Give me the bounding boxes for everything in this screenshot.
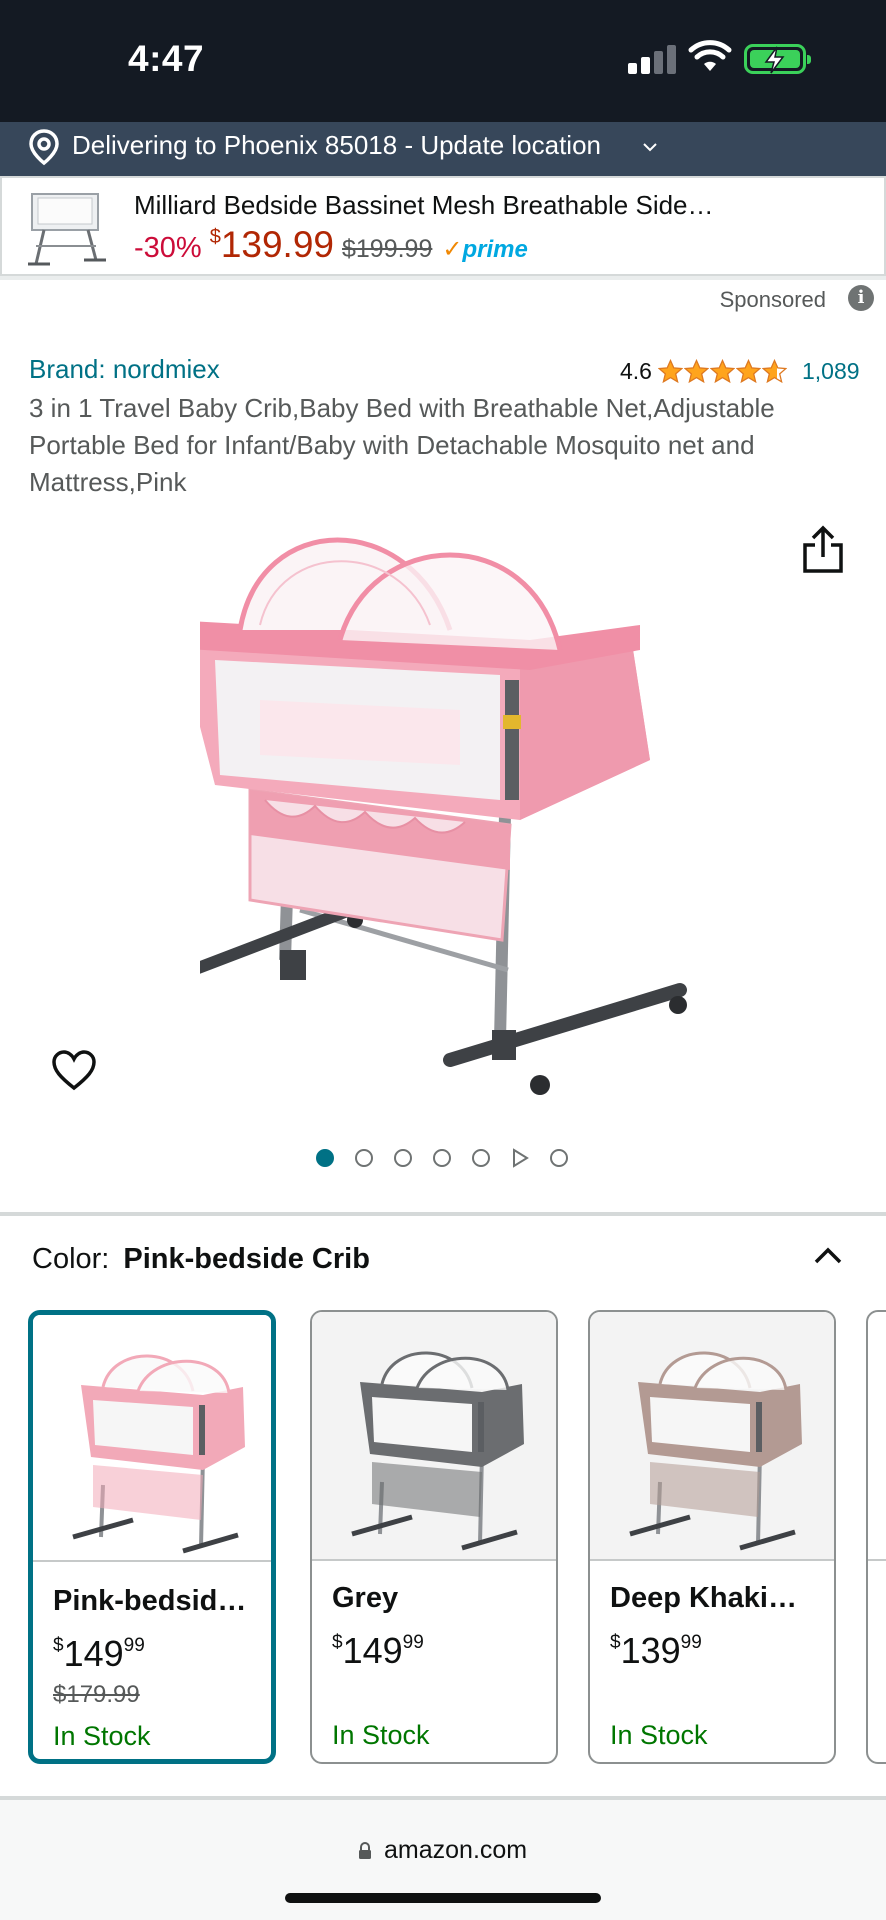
color-option-price: $14999 <box>53 1633 145 1674</box>
color-option-name: Deep Khaki… <box>610 1582 797 1614</box>
divider <box>0 1212 886 1216</box>
color-option-name: Grey <box>332 1582 399 1614</box>
color-option-name: Pink-bedsid… <box>53 1585 247 1617</box>
stock-status: In Stock <box>610 1720 708 1750</box>
color-option-image <box>590 1312 834 1559</box>
color-option-card[interactable]: Grey $14999 In Stock <box>310 1310 558 1764</box>
star-rating <box>657 359 788 384</box>
delivery-location-bar[interactable]: Delivering to Phoenix 85018 - Update loc… <box>0 122 886 176</box>
sponsored-product-banner[interactable]: Milliard Bedside Bassinet Mesh Breathabl… <box>0 176 886 276</box>
deal-price: $139.99 <box>209 224 334 265</box>
battery-charging-icon <box>744 44 811 74</box>
share-icon[interactable] <box>800 525 846 575</box>
heart-icon[interactable] <box>50 1048 98 1092</box>
stock-status: In Stock <box>332 1720 430 1750</box>
sponsored-label: Sponsored <box>719 287 826 312</box>
brand-link[interactable]: Brand: nordmiex <box>29 354 220 385</box>
location-pin-icon <box>29 129 59 166</box>
rating-count: 1,089 <box>801 358 860 384</box>
color-option-image <box>33 1315 271 1562</box>
star-icon <box>709 359 735 384</box>
image-carousel-indicator[interactable] <box>316 1148 589 1168</box>
list-price: $199.99 <box>342 235 433 263</box>
color-option-price: $13999 <box>610 1630 702 1671</box>
product-image[interactable] <box>200 500 690 1110</box>
carousel-dot[interactable] <box>472 1149 490 1167</box>
home-indicator <box>285 1893 601 1903</box>
color-option-list-price: $179.99 <box>53 1681 140 1708</box>
color-option-card[interactable] <box>866 1310 886 1764</box>
divider <box>868 1559 886 1561</box>
color-option-image <box>312 1312 556 1559</box>
color-option-card[interactable]: Deep Khaki… $13999 In Stock <box>588 1310 836 1764</box>
chevron-down-icon <box>643 143 657 152</box>
divider <box>33 1560 271 1562</box>
info-icon[interactable]: i <box>848 285 874 311</box>
divider <box>0 276 886 280</box>
lock-icon <box>359 1842 371 1859</box>
stock-status: In Stock <box>53 1721 151 1751</box>
color-option-price: $14999 <box>332 1630 424 1671</box>
color-option-card[interactable]: Pink-bedsid… $14999 $179.99 In Stock <box>28 1310 276 1764</box>
discount-percent: -30% <box>134 232 202 264</box>
star-icon <box>657 359 683 384</box>
play-icon[interactable] <box>511 1148 529 1168</box>
sponsored-price-row: -30% $139.99 $199.99 ✓prime <box>134 224 528 266</box>
sponsored-product-title: Milliard Bedside Bassinet Mesh Breathabl… <box>134 190 714 220</box>
color-selector-header: Color: Pink-bedside Crib <box>32 1243 370 1276</box>
cellular-signal-icon <box>628 44 676 74</box>
check-icon: ✓ <box>442 236 463 263</box>
divider <box>590 1559 834 1561</box>
selected-color: Pink-bedside Crib <box>123 1243 370 1275</box>
carousel-dot[interactable] <box>316 1149 334 1167</box>
wifi-icon <box>688 40 732 71</box>
star-icon <box>683 359 709 384</box>
url-text: amazon.com <box>384 1836 528 1864</box>
carousel-dot[interactable] <box>550 1149 568 1167</box>
star-icon <box>761 359 787 384</box>
status-bar: 4:47 <box>0 0 886 122</box>
color-label: Color: <box>32 1243 110 1275</box>
status-time: 4:47 <box>128 38 205 79</box>
sponsored-product-thumbnail <box>28 193 106 266</box>
star-icon <box>735 359 761 384</box>
carousel-dot[interactable] <box>394 1149 412 1167</box>
delivery-location-text: Delivering to Phoenix 85018 - Update loc… <box>72 130 602 160</box>
rating-summary[interactable]: 4.6 1,089 <box>620 358 860 385</box>
chevron-up-icon[interactable] <box>812 1244 844 1266</box>
carousel-dot[interactable] <box>433 1149 451 1167</box>
rating-value: 4.6 <box>620 358 652 384</box>
prime-badge: ✓prime <box>442 236 528 263</box>
color-swatch-list: Pink-bedsid… $14999 $179.99 In Stock Grey $14… <box>28 1310 886 1770</box>
divider <box>312 1559 556 1561</box>
product-title: 3 in 1 Travel Baby Crib,Baby Bed with Br… <box>29 393 775 497</box>
carousel-dot[interactable] <box>355 1149 373 1167</box>
